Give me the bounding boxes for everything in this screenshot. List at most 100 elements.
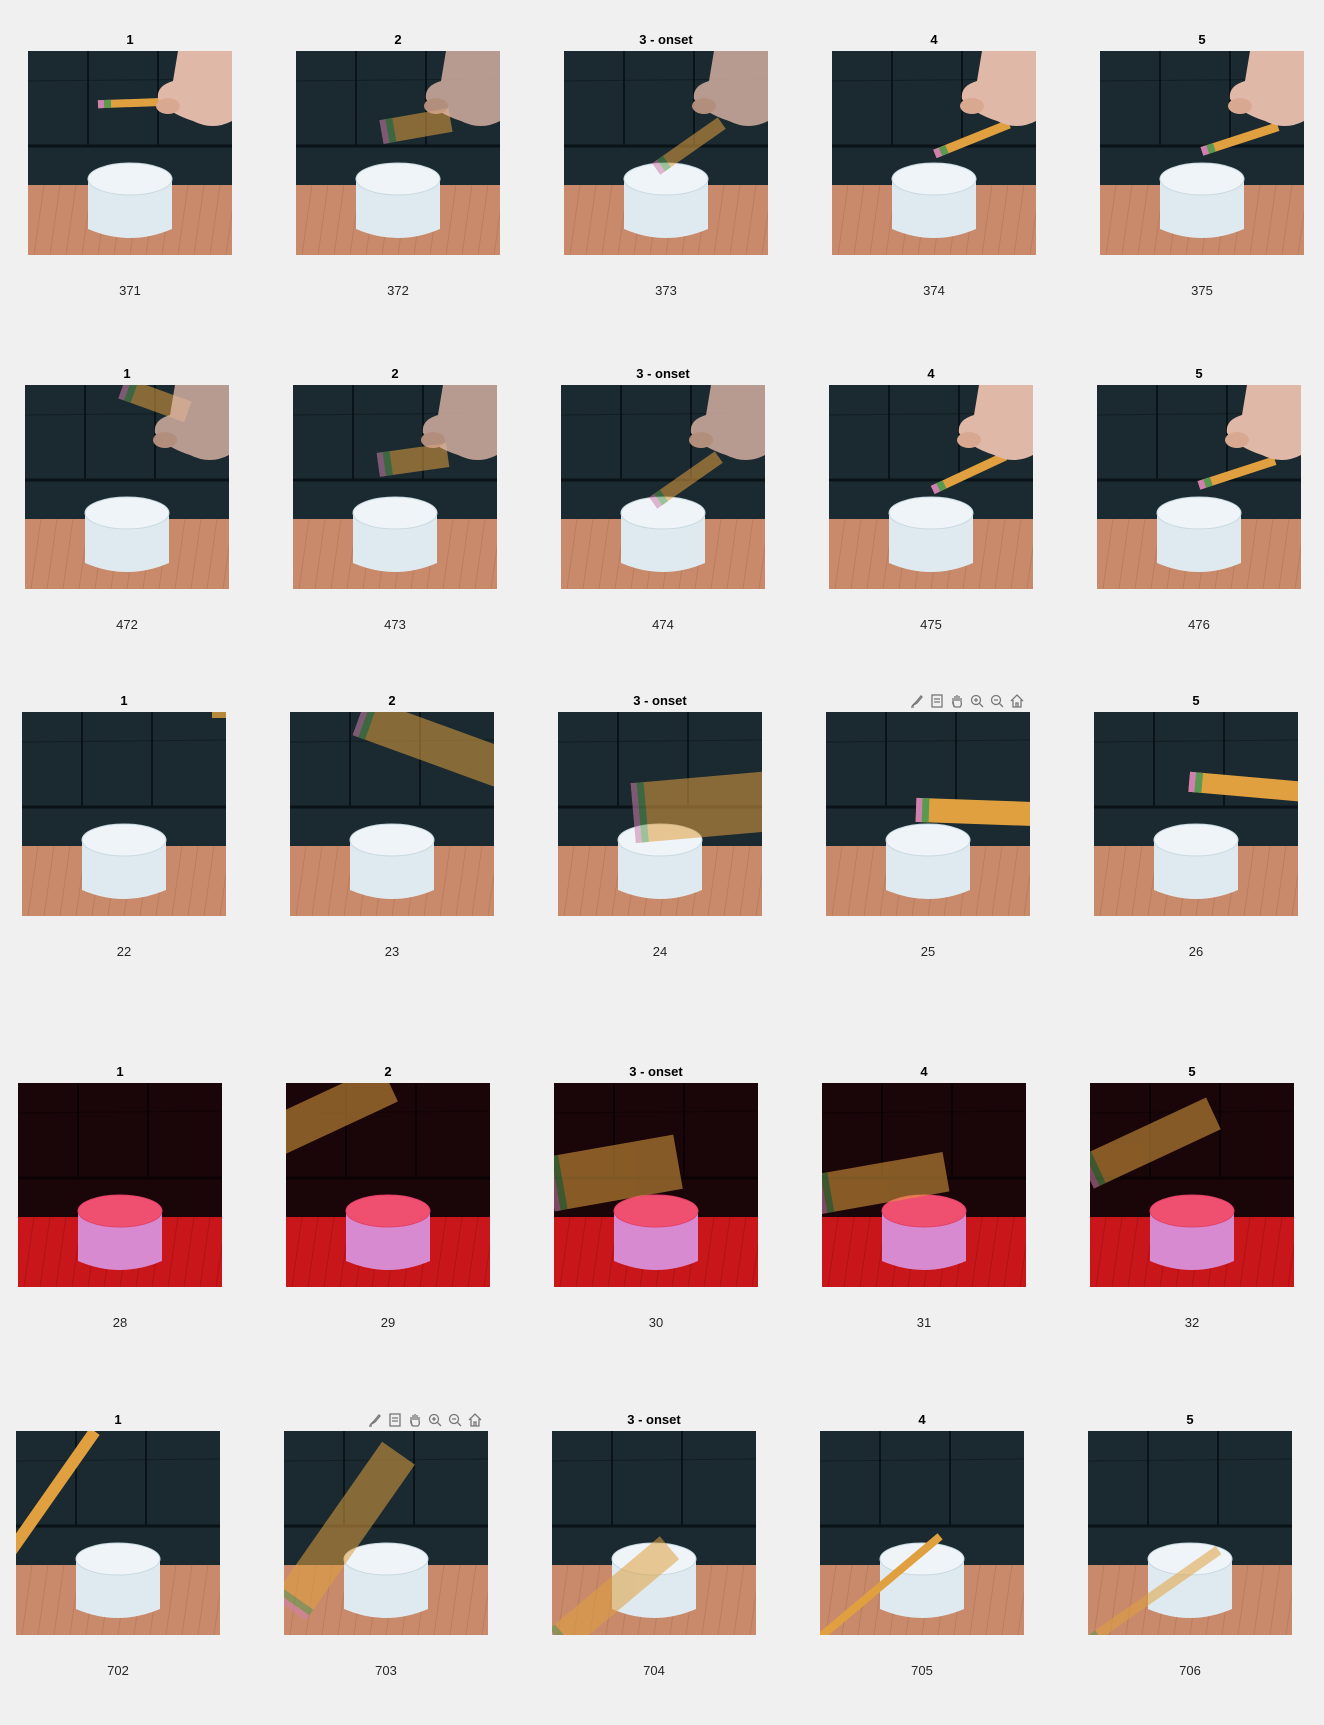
image-axes[interactable]: 5 375 xyxy=(1100,32,1304,301)
zoom-in-icon[interactable] xyxy=(426,1411,444,1429)
axes-title: 3 - onset xyxy=(636,366,690,381)
brush-icon[interactable] xyxy=(366,1411,384,1429)
frame-number-label: 473 xyxy=(384,617,406,632)
home-icon[interactable] xyxy=(1008,692,1026,710)
axes-title: 5 xyxy=(1188,1064,1196,1079)
image-axes[interactable]: 5 476 xyxy=(1097,366,1301,635)
pencil xyxy=(915,797,1030,827)
axes-title: 1 xyxy=(120,693,128,708)
frame-number-label: 25 xyxy=(920,944,936,959)
frame-number-label: 372 xyxy=(387,283,409,298)
figure-row: 1 22 2 23 3 - onset 24 25 5 26 xyxy=(0,693,1324,972)
axes-title: 5 xyxy=(1195,366,1203,381)
axes-title: 3 - onset xyxy=(629,1064,683,1079)
datatip-icon[interactable] xyxy=(386,1411,404,1429)
frame-number-label: 476 xyxy=(1188,617,1210,632)
brush-icon[interactable] xyxy=(908,692,926,710)
video-frame-image xyxy=(820,1431,1024,1635)
image-axes[interactable]: 4 31 xyxy=(822,1064,1026,1333)
image-axes[interactable]: 1 702 xyxy=(16,1412,220,1681)
frame-number-label: 373 xyxy=(655,283,677,298)
image-axes[interactable]: 3 - onset 373 xyxy=(564,32,768,301)
zoom-in-icon[interactable] xyxy=(968,692,986,710)
video-frame-image xyxy=(1100,51,1304,255)
axes-title: 2 xyxy=(391,366,399,381)
image-axes[interactable]: 703 xyxy=(284,1413,488,1681)
axes-title: 3 - onset xyxy=(627,1412,681,1427)
image-axes[interactable]: 3 - onset 474 xyxy=(561,366,765,635)
video-frame-image xyxy=(25,385,229,589)
frame-number-label: 704 xyxy=(643,1663,665,1678)
pan-icon[interactable] xyxy=(948,692,966,710)
axes-title: 1 xyxy=(123,366,131,381)
image-axes[interactable]: 2 473 xyxy=(293,366,497,635)
zoom-out-icon[interactable] xyxy=(446,1411,464,1429)
image-axes[interactable]: 5 32 xyxy=(1090,1064,1294,1333)
pencil xyxy=(630,771,762,843)
home-icon[interactable] xyxy=(466,1411,484,1429)
image-axes[interactable]: 2 372 xyxy=(296,32,500,301)
image-axes[interactable]: 5 706 xyxy=(1088,1412,1292,1681)
zoom-out-icon[interactable] xyxy=(988,692,1006,710)
frame-number-label: 475 xyxy=(920,617,942,632)
image-axes[interactable]: 2 29 xyxy=(286,1064,490,1333)
image-axes[interactable]: 5 26 xyxy=(1094,693,1298,962)
image-axes[interactable]: 3 - onset 24 xyxy=(558,693,762,962)
image-axes[interactable]: 25 xyxy=(826,694,1030,962)
frame-number-label: 706 xyxy=(1179,1663,1201,1678)
video-frame-image xyxy=(28,51,232,255)
video-frame-image xyxy=(22,712,226,916)
frame-number-label: 28 xyxy=(112,1315,128,1330)
frame-number-label: 702 xyxy=(107,1663,129,1678)
frame-number-label: 24 xyxy=(652,944,668,959)
axes-title: 1 xyxy=(116,1064,124,1079)
image-axes[interactable]: 1 28 xyxy=(18,1064,222,1333)
image-axes[interactable]: 3 - onset 30 xyxy=(554,1064,758,1333)
video-frame-image xyxy=(18,1083,222,1287)
image-axes[interactable]: 2 23 xyxy=(290,693,494,962)
video-frame-image xyxy=(826,712,1030,916)
image-axes[interactable]: 1 371 xyxy=(28,32,232,301)
axes-toolbar xyxy=(908,692,1026,710)
frame-number-label: 32 xyxy=(1184,1315,1200,1330)
video-frame-image xyxy=(286,1083,490,1287)
frame-number-label: 705 xyxy=(911,1663,933,1678)
figure-row: 1 702 703 3 - onset 704 4 705 5 706 xyxy=(0,1412,1324,1691)
axes-title: 5 xyxy=(1186,1412,1194,1427)
image-axes[interactable]: 4 475 xyxy=(829,366,1033,635)
axes-title: 3 - onset xyxy=(633,693,687,708)
frame-number-label: 474 xyxy=(652,617,674,632)
frame-number-label: 29 xyxy=(380,1315,396,1330)
frame-number-label: 22 xyxy=(116,944,132,959)
frame-number-label: 374 xyxy=(923,283,945,298)
video-frame-image xyxy=(561,385,765,589)
axes-toolbar xyxy=(366,1411,484,1429)
figure-row: 1 371 2 372 3 - onset 373 4 374 5 375 xyxy=(0,32,1324,311)
frame-number-label: 371 xyxy=(119,283,141,298)
video-frame-image xyxy=(558,712,762,916)
pan-icon[interactable] xyxy=(406,1411,424,1429)
video-frame-image xyxy=(1097,385,1301,589)
image-axes[interactable]: 4 705 xyxy=(820,1412,1024,1681)
frame-number-label: 26 xyxy=(1188,944,1204,959)
figure-row: 1 472 2 473 3 - onset 474 4 475 5 476 xyxy=(0,366,1324,645)
axes-title: 4 xyxy=(927,366,935,381)
image-axes[interactable]: 1 472 xyxy=(25,366,229,635)
video-frame-image xyxy=(552,1431,756,1635)
axes-title: 1 xyxy=(126,32,134,47)
frame-number-label: 30 xyxy=(648,1315,664,1330)
image-axes[interactable]: 3 - onset 704 xyxy=(552,1412,756,1681)
image-axes[interactable]: 1 22 xyxy=(22,693,226,962)
video-frame-image xyxy=(554,1083,758,1287)
axes-title: 2 xyxy=(388,693,396,708)
axes-title: 4 xyxy=(918,1412,926,1427)
axes-title: 5 xyxy=(1198,32,1206,47)
video-frame-image xyxy=(284,1431,488,1635)
axes-title: 3 - onset xyxy=(639,32,693,47)
axes-title: 4 xyxy=(920,1064,928,1079)
video-frame-image xyxy=(1088,1431,1292,1635)
datatip-icon[interactable] xyxy=(928,692,946,710)
frame-number-label: 31 xyxy=(916,1315,932,1330)
image-axes[interactable]: 4 374 xyxy=(832,32,1036,301)
video-frame-image xyxy=(829,385,1033,589)
